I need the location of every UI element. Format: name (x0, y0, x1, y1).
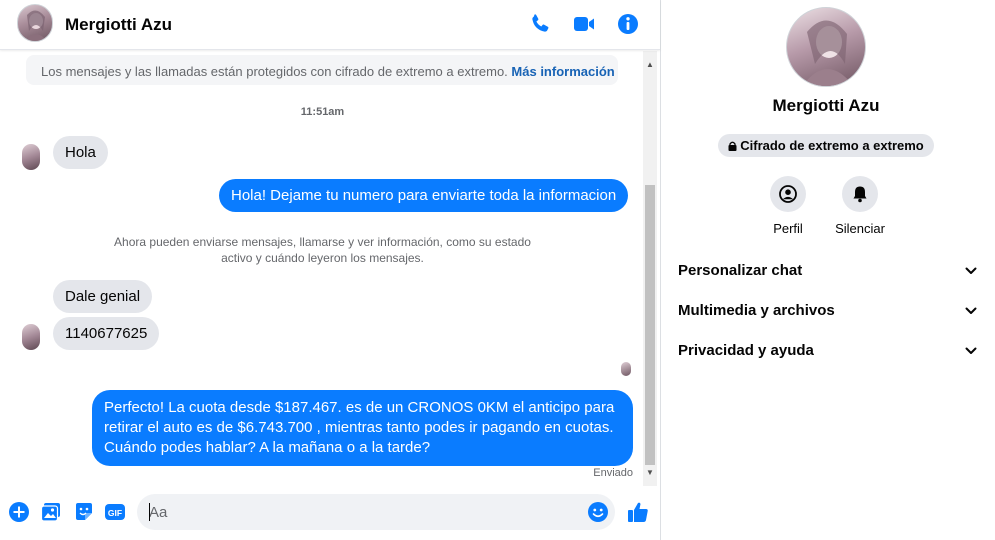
timestamp: 11:51am (300, 106, 345, 118)
incoming-message: Hola (53, 136, 108, 169)
seen-indicator-avatar (621, 362, 631, 376)
incoming-message: 1140677625 (53, 317, 160, 350)
scroll-down-arrow-icon[interactable]: ▼ (646, 469, 654, 477)
contact-name[interactable]: Mergiotti Azu (65, 15, 172, 35)
message-list[interactable]: Los mensajes y las llamadas están proteg… (0, 51, 645, 486)
contact-avatar-small (22, 324, 40, 350)
image-icon[interactable] (40, 501, 62, 523)
info-icon[interactable] (616, 12, 640, 36)
system-message: Ahora pueden enviarse mensajes, llamarse… (114, 235, 531, 265)
outgoing-message: Hola! Dejame tu numero para enviarte tod… (219, 179, 629, 212)
section-privacy-help[interactable]: Privacidad y ayuda (677, 333, 977, 369)
message-input-box[interactable] (137, 494, 615, 530)
sticker-icon[interactable] (73, 501, 95, 523)
section-label: Multimedia y archivos (678, 302, 835, 319)
mute-label: Silenciar (835, 221, 885, 236)
user-icon (779, 185, 797, 203)
plus-icon[interactable] (8, 501, 30, 523)
thumbs-up-icon[interactable] (626, 500, 648, 522)
mute-button[interactable] (842, 176, 878, 212)
encryption-notice-text: Los mensajes y las llamadas están proteg… (41, 64, 508, 79)
chevron-down-icon (965, 307, 977, 314)
encryption-badge-label: Cifrado de extremo a extremo (740, 138, 924, 153)
emoji-icon[interactable] (587, 501, 609, 523)
contact-avatar[interactable] (17, 4, 53, 42)
message-status: Enviado (593, 467, 633, 479)
contact-avatar-large[interactable] (786, 7, 866, 87)
message-input[interactable] (149, 502, 579, 522)
chevron-down-icon (965, 347, 977, 354)
chat-panel: Mergiotti Azu Los mensajes y las llamada… (0, 0, 661, 540)
section-label: Personalizar chat (678, 262, 803, 279)
encryption-notice: Los mensajes y las llamadas están proteg… (26, 55, 618, 85)
section-label: Privacidad y ayuda (678, 342, 814, 359)
phone-icon[interactable] (528, 12, 552, 36)
outgoing-message: Perfecto! La cuota desde $187.467. es de… (92, 390, 633, 466)
contact-avatar-small (22, 144, 40, 170)
panel-contact-name: Mergiotti Azu (772, 96, 880, 115)
chat-header: Mergiotti Azu (0, 0, 660, 50)
video-camera-icon[interactable] (572, 12, 596, 36)
incoming-message: Dale genial (53, 280, 153, 313)
text-caret (149, 503, 150, 521)
encryption-badge[interactable]: Cifrado de extremo a extremo (718, 134, 934, 157)
profile-label: Perfil (773, 221, 803, 236)
profile-action[interactable]: Perfil (753, 176, 823, 236)
section-customize-chat[interactable]: Personalizar chat (677, 253, 977, 289)
svg-text:GIF: GIF (108, 508, 122, 518)
scroll-up-arrow-icon[interactable]: ▲ (646, 61, 654, 69)
bell-icon (853, 186, 867, 203)
composer: GIF (0, 486, 660, 540)
scrollbar-thumb[interactable] (645, 185, 655, 465)
profile-button[interactable] (770, 176, 806, 212)
scrollbar[interactable]: ▲ ▼ (643, 51, 657, 486)
lock-icon (728, 135, 737, 158)
section-media-files[interactable]: Multimedia y archivos (677, 293, 977, 329)
gif-icon[interactable]: GIF (104, 501, 126, 523)
conversation-info-panel: Mergiotti Azu Cifrado de extremo a extre… (661, 0, 995, 540)
messenger-window: Mergiotti Azu Los mensajes y las llamada… (0, 0, 995, 540)
mute-action[interactable]: Silenciar (825, 176, 895, 236)
more-info-link[interactable]: Más información (511, 64, 614, 79)
chevron-down-icon (965, 267, 977, 274)
